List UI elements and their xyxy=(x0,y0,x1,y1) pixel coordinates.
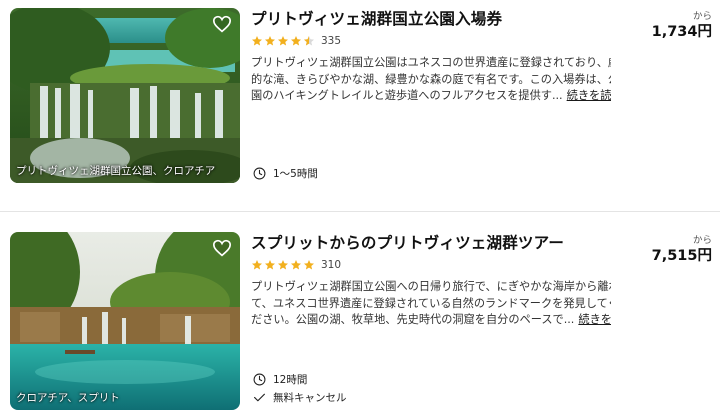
clock-icon xyxy=(253,373,266,386)
listing-description: プリトヴィツェ湖群国立公園への日帰り旅行で、にぎやかな海岸から離れ て、ユネスコ… xyxy=(251,279,611,329)
favorite-heart-icon[interactable] xyxy=(212,15,232,33)
image-location-caption: プリトヴィツェ湖群国立公園、クロアチア xyxy=(16,165,216,177)
price: 7,515円 xyxy=(651,248,712,264)
star-full-icon xyxy=(291,260,301,270)
star-half-icon xyxy=(304,36,314,46)
cancellation-text: 無料キャンセル xyxy=(273,392,347,404)
description-line-text: ださい。公園の湖、牧草地、先史時代の洞窟を自分のペースで... xyxy=(251,313,575,326)
description-line: ださい。公園の湖、牧草地、先史時代の洞窟を自分のペースで...続きを読む xyxy=(251,312,611,329)
listing-card-2[interactable]: クロアチア、スプリト スプリットからのプリトヴィツェ湖群ツアー 310 プリトヴ… xyxy=(0,224,720,417)
star-full-icon xyxy=(265,36,275,46)
listing-card-1[interactable]: プリトヴィツェ湖群国立公園、クロアチア プリトヴィツェ湖群国立公園入場券 335… xyxy=(0,0,720,200)
description-line: 園のハイキングトレイルと遊歩道へのフルアクセスを提供す... 続きを読む xyxy=(251,88,611,105)
image-location-caption: クロアチア、スプリト xyxy=(16,392,120,404)
waterfall-photo xyxy=(10,8,240,183)
listing-title[interactable]: スプリットからのプリトヴィツェ湖群ツアー xyxy=(251,231,564,253)
duration: 12時間 xyxy=(253,372,307,387)
star-full-icon xyxy=(291,36,301,46)
star-full-icon xyxy=(278,260,288,270)
rating: 310 xyxy=(251,259,341,271)
listing-description: プリトヴィツェ湖群国立公園はユネスコの世界遺産に登録されており、劇 的な滝、きら… xyxy=(251,55,611,105)
read-more-link[interactable]: 続きを読む xyxy=(567,89,611,102)
duration-text: 1〜5時間 xyxy=(273,168,318,180)
listing-title[interactable]: プリトヴィツェ湖群国立公園入場券 xyxy=(251,7,502,29)
description-line: プリトヴィツェ湖群国立公園への日帰り旅行で、にぎやかな海岸から離れ xyxy=(251,280,611,293)
star-full-icon xyxy=(252,36,262,46)
read-more-link[interactable]: 続きを読む xyxy=(578,313,611,326)
star-full-icon xyxy=(278,36,288,46)
star-full-icon xyxy=(265,260,275,270)
rating-count: 335 xyxy=(321,35,342,47)
rating: 335 xyxy=(251,35,341,47)
check-icon xyxy=(254,393,265,402)
rating-count: 310 xyxy=(321,259,342,271)
star-full-icon xyxy=(304,260,314,270)
description-line: て、ユネスコ世界遺産に登録されている自然のランドマークを発見してく xyxy=(251,296,611,310)
listing-image[interactable]: クロアチア、スプリト xyxy=(10,232,240,410)
description-line: プリトヴィツェ湖群国立公園はユネスコの世界遺産に登録されており、劇 xyxy=(251,56,611,69)
price: 1,734円 xyxy=(651,24,712,40)
description-line-text: 園のハイキングトレイルと遊歩道へのフルアクセスを提供す... xyxy=(251,89,563,102)
listing-divider xyxy=(0,211,720,212)
duration: 1〜5時間 xyxy=(253,166,318,181)
description-line: 的な滝、きらびやかな湖、緑豊かな森の庭で有名です。この入場券は、公 xyxy=(251,72,611,86)
lake-photo xyxy=(10,232,240,410)
listing-image[interactable]: プリトヴィツェ湖群国立公園、クロアチア xyxy=(10,8,240,183)
clock-icon xyxy=(253,167,266,180)
star-full-icon xyxy=(252,260,262,270)
favorite-heart-icon[interactable] xyxy=(212,239,232,257)
star-rating xyxy=(251,35,315,47)
duration-text: 12時間 xyxy=(273,374,308,386)
star-rating xyxy=(251,259,315,271)
cancellation: 無料キャンセル xyxy=(253,390,347,405)
